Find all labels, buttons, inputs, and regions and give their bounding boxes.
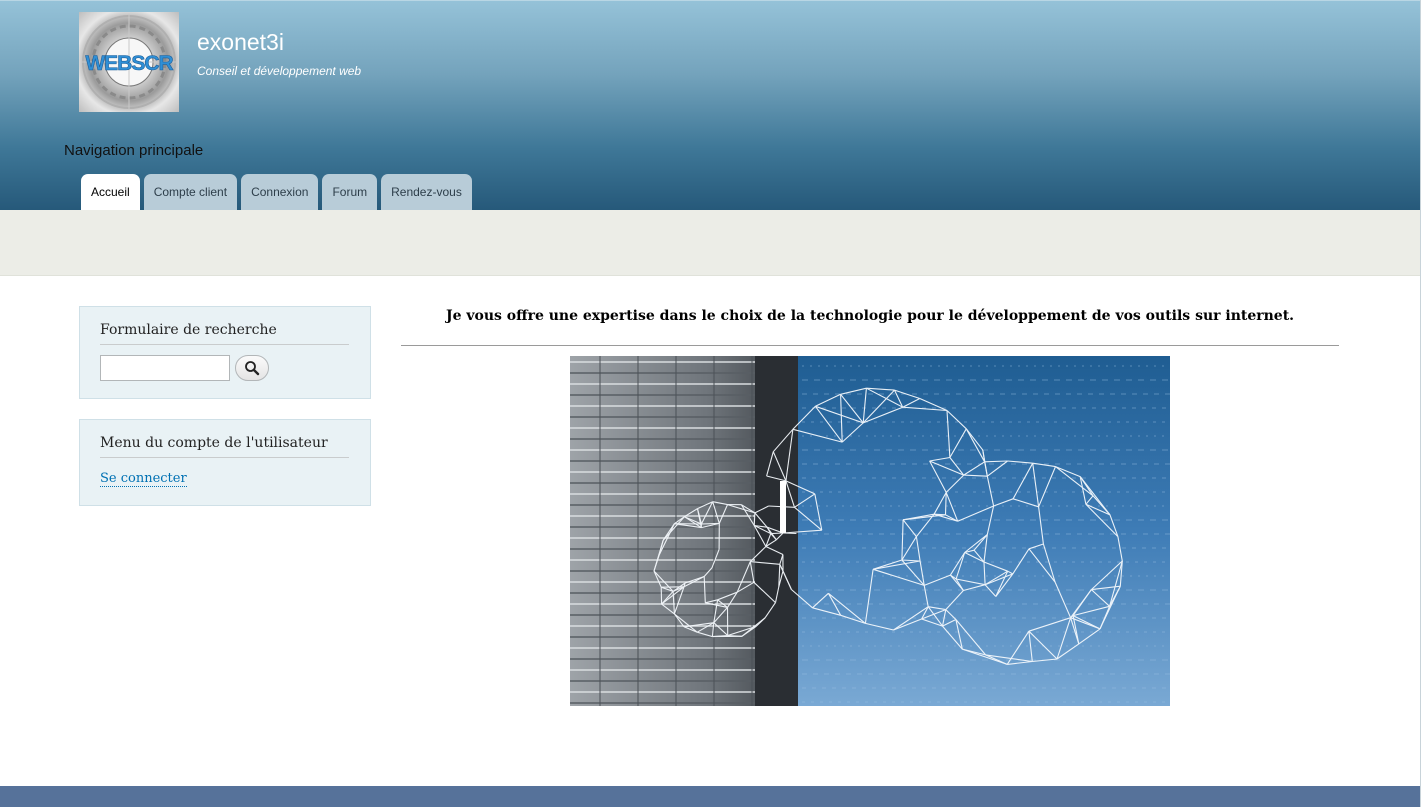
highlighted-region — [0, 210, 1421, 276]
main-navigation-tabs: Accueil Compte client Connexion Forum Re… — [81, 174, 472, 211]
tab-accueil[interactable]: Accueil — [81, 174, 140, 211]
site-footer — [0, 786, 1421, 807]
user-menu-title: Menu du compte de l'utilisateur — [100, 435, 349, 458]
site-name[interactable]: exonet3i — [197, 29, 284, 56]
search-block-title: Formulaire de recherche — [100, 322, 349, 345]
search-block: Formulaire de recherche — [79, 306, 371, 399]
main-navigation-heading: Navigation principale — [64, 142, 204, 159]
content-divider — [401, 345, 1339, 346]
tab-rendez-vous[interactable]: Rendez-vous — [381, 174, 472, 211]
tab-compte-client[interactable]: Compte client — [143, 174, 238, 211]
site-header: WEBSCR exonet3i Conseil et développement… — [0, 0, 1421, 211]
login-link[interactable]: Se connecter — [100, 471, 187, 487]
search-button[interactable] — [235, 355, 269, 381]
search-input[interactable] — [100, 355, 230, 381]
tab-connexion[interactable]: Connexion — [241, 174, 319, 211]
rack-light — [780, 481, 786, 533]
hero-image — [570, 356, 1170, 706]
tab-forum[interactable]: Forum — [322, 174, 378, 211]
page: WEBSCR exonet3i Conseil et développement… — [0, 0, 1421, 807]
logo-graphic: WEBSCR — [81, 14, 177, 110]
search-icon — [245, 361, 260, 376]
site-slogan: Conseil et développement web — [197, 64, 362, 78]
hero-illustration — [570, 356, 1170, 706]
site-logo[interactable]: WEBSCR — [79, 12, 179, 112]
logo-text: WEBSCR — [85, 52, 173, 75]
page-headline: Je vous offre une expertise dans le choi… — [445, 308, 1295, 324]
user-account-menu-block: Menu du compte de l'utilisateur Se conne… — [79, 419, 371, 506]
